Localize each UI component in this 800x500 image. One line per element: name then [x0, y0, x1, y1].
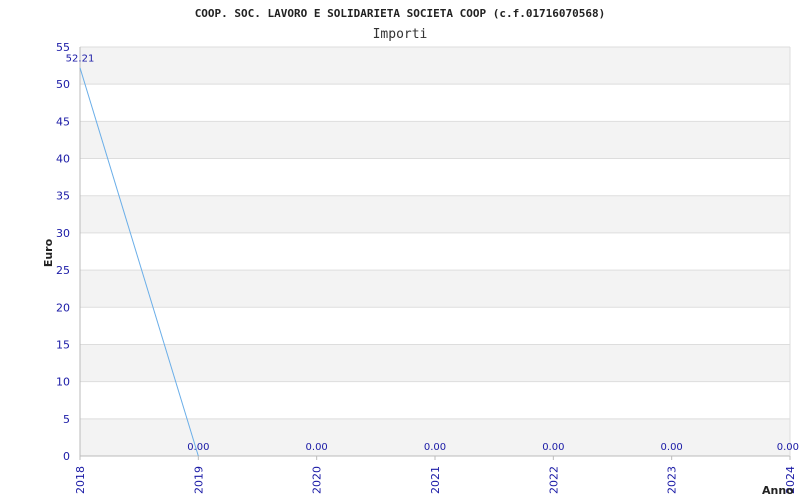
data-label: 0.00 — [187, 442, 209, 453]
y-tick-label: 45 — [56, 115, 70, 128]
chart-subtitle: Importi — [373, 27, 428, 42]
x-tick-label: 2018 — [74, 466, 87, 494]
y-tick-label: 25 — [56, 264, 70, 277]
grid-band — [80, 344, 790, 382]
x-tick-label: 2022 — [547, 466, 560, 494]
data-label: 0.00 — [542, 442, 564, 453]
grid-bands — [80, 47, 790, 456]
y-tick-label: 55 — [56, 41, 70, 54]
y-tick-label: 20 — [56, 301, 70, 314]
x-tick-label: 2023 — [666, 466, 679, 494]
y-tick-label: 30 — [56, 227, 70, 240]
x-tick-label: 2020 — [311, 466, 324, 494]
data-label: 0.00 — [661, 442, 683, 453]
data-label: 52.21 — [66, 54, 95, 65]
x-tick-label: 2021 — [429, 466, 442, 494]
axes — [79, 47, 791, 460]
grid-band — [80, 195, 790, 233]
grid-band — [80, 270, 790, 308]
chart-title: COOP. SOC. LAVORO E SOLIDARIETA SOCIETA … — [195, 7, 606, 20]
y-tick-label: 40 — [56, 153, 70, 166]
y-tick-label: 0 — [63, 450, 70, 463]
y-tick-label: 15 — [56, 338, 70, 351]
y-tick-label: 10 — [56, 376, 70, 389]
grid-band — [80, 47, 790, 85]
y-tick-label: 35 — [56, 190, 70, 203]
data-labels: 52.21 0.00 0.00 0.00 0.00 0.00 0.00 — [66, 54, 799, 453]
x-tick-label: 2019 — [192, 466, 205, 494]
y-tick-labels: 0 5 10 15 20 25 30 35 40 45 50 55 — [56, 41, 70, 463]
data-label: 0.00 — [424, 442, 446, 453]
grid-band — [80, 121, 790, 159]
x-axis-label: Anno — [762, 484, 794, 497]
chart: COOP. SOC. LAVORO E SOLIDARIETA SOCIETA … — [42, 7, 799, 497]
data-label: 0.00 — [777, 442, 799, 453]
x-tick-labels: 2018 2019 2020 2021 2022 2023 2024 — [74, 466, 797, 494]
gridlines — [80, 46, 790, 457]
y-tick-label: 50 — [56, 78, 70, 91]
data-label: 0.00 — [306, 442, 328, 453]
y-tick-label: 5 — [63, 413, 70, 426]
y-axis-label: Euro — [42, 238, 55, 267]
